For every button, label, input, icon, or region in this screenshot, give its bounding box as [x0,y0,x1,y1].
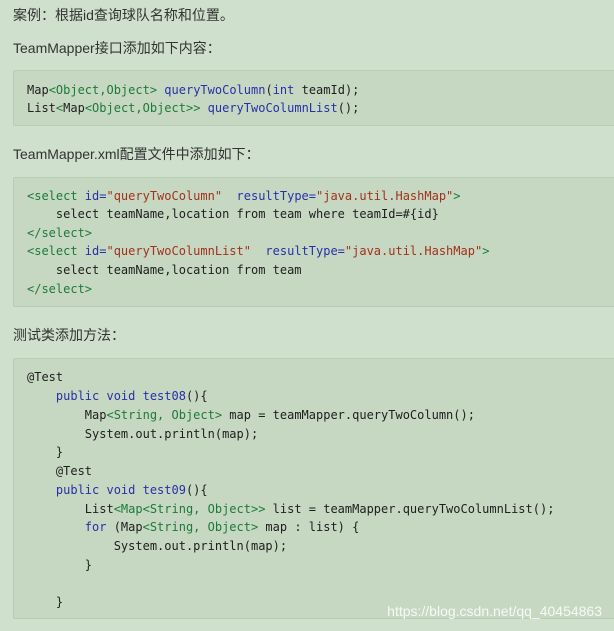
code-line: </select> [27,282,93,296]
code-line: @Test [27,464,93,478]
section-test-label: 测试类添加方法： [13,327,125,343]
code-line: select teamName,location from team where… [27,207,439,221]
code-block-xml: <select id="queryTwoColumn" resultType="… [13,177,614,307]
code-line: System.out.println(map); [27,427,259,441]
code-line: public void test09(){ [27,483,208,497]
code-block-test: @Test public void test08(){ Map<String, … [13,358,614,619]
section-interface-label: TeamMapper接口添加如下内容： [13,40,221,56]
code-line: } [27,445,64,459]
watermark: https://blog.csdn.net/qq_40454863 [387,603,602,619]
code-line: select teamName,location from team [27,263,302,277]
section-xml-label: TeamMapper.xml配置文件中添加如下： [13,146,260,162]
code-line: Map<String, Object> map = teamMapper.que… [27,408,475,422]
code-line: } [27,595,64,609]
code-line: } [27,558,93,572]
code-block-interface: Map<Object,Object> queryTwoColumn(int te… [13,70,614,126]
code-line: @Test [27,370,64,384]
code-line: </select> [27,226,93,240]
code-line: <select id="queryTwoColumnList" resultTy… [27,244,490,258]
code-line: public void test08(){ [27,389,208,403]
document-page: 案例：根据id查询球队名称和位置。 TeamMapper接口添加如下内容： Ma… [0,0,614,631]
code-line: Map<Object,Object> queryTwoColumn(int te… [27,83,360,97]
code-line: for (Map<String, Object> map : list) { [27,520,360,534]
code-line: <select id="queryTwoColumn" resultType="… [27,189,461,203]
code-line: List<Map<String, Object>> list = teamMap… [27,502,555,516]
code-line: List<Map<Object,Object>> queryTwoColumnL… [27,101,360,115]
example-heading: 案例：根据id查询球队名称和位置。 [13,7,234,23]
code-line: System.out.println(map); [27,539,288,553]
